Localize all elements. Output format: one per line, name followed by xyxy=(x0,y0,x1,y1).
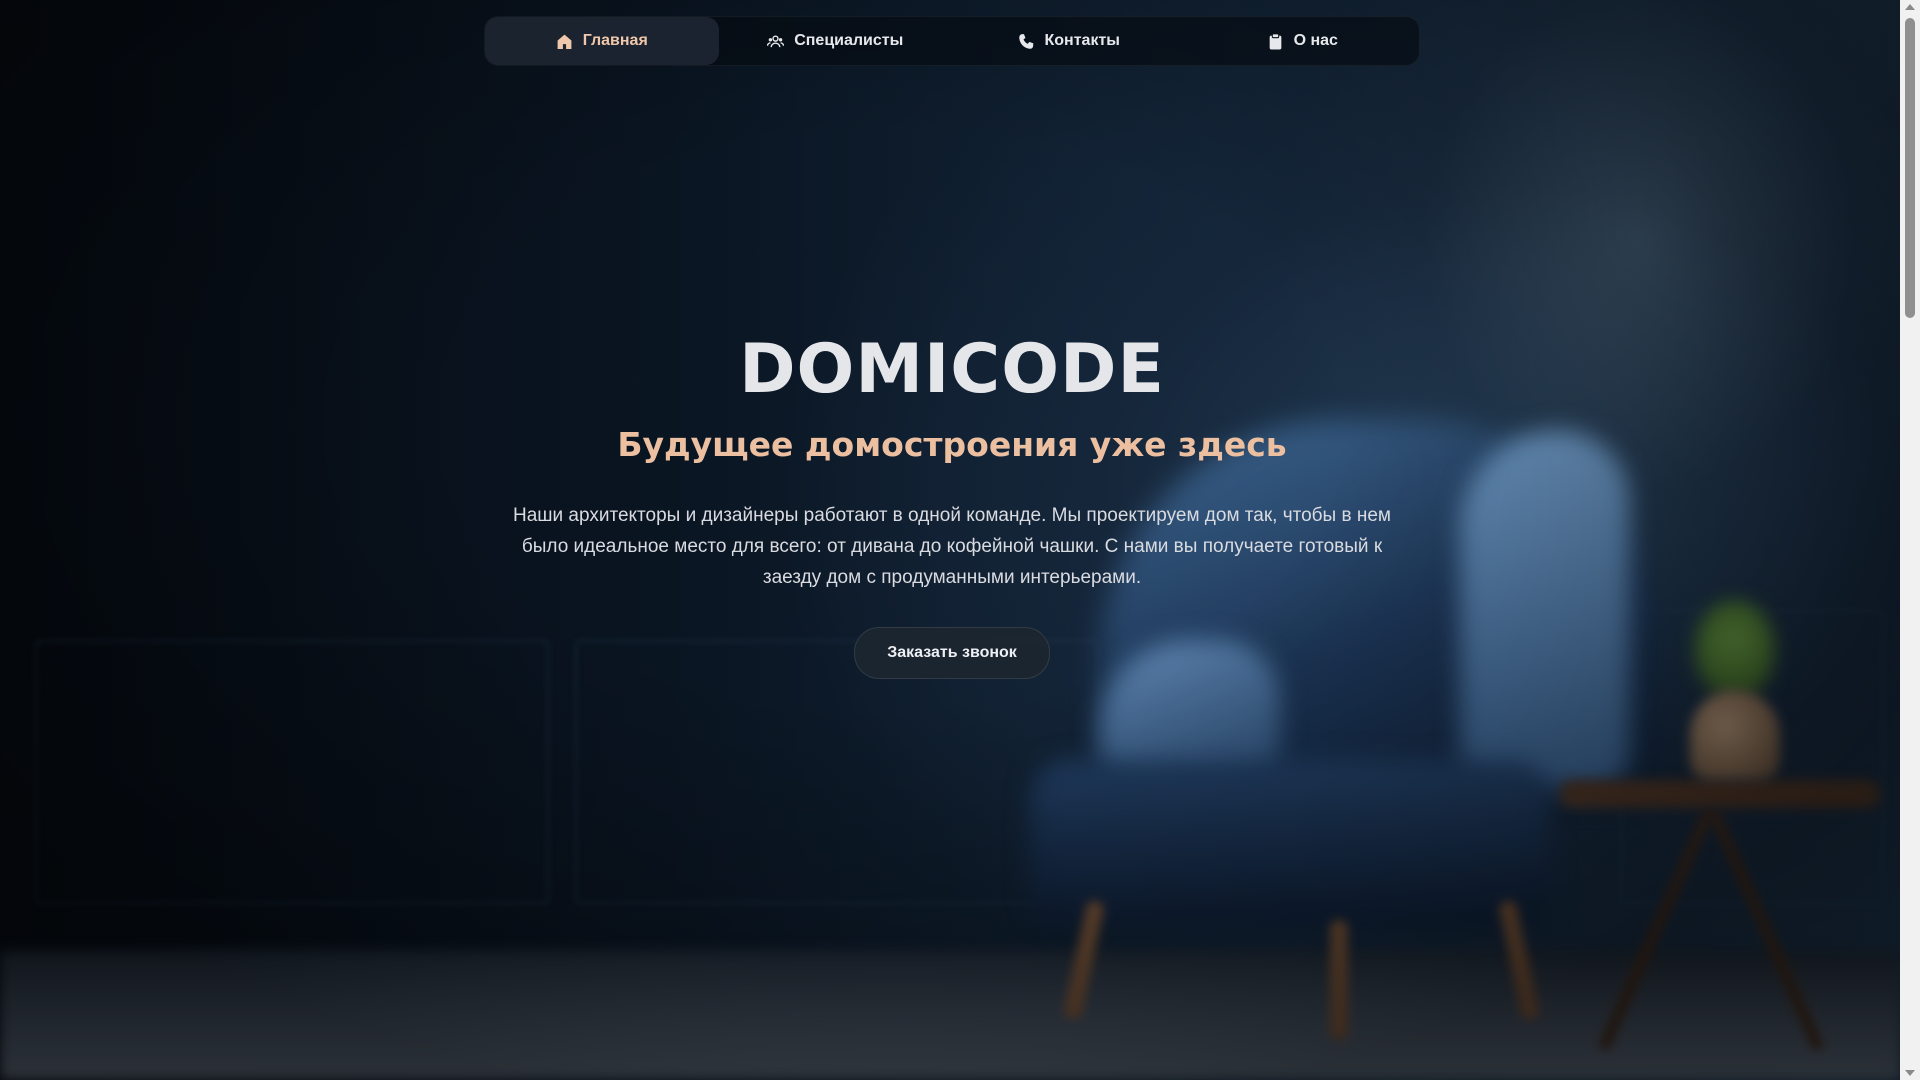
clipboard-icon xyxy=(1267,32,1284,50)
hero-content: DOMICODE Будущее домостроения уже здесь … xyxy=(460,320,1444,679)
brand-title: DOMICODE xyxy=(739,330,1165,409)
users-icon xyxy=(767,33,785,50)
main-nav: Главная Специалисты Контакты О нас xyxy=(484,16,1420,66)
hero-section: Главная Специалисты Контакты О нас DOMIC… xyxy=(0,0,1900,1080)
nav-item-about[interactable]: О нас xyxy=(1186,17,1420,65)
phone-icon xyxy=(1018,33,1035,50)
nav-item-specialists[interactable]: Специалисты xyxy=(719,17,953,65)
request-call-button[interactable]: Заказать звонок xyxy=(854,627,1050,679)
hero-tagline: Будущее домостроения уже здесь xyxy=(617,425,1287,464)
page-scrollbar[interactable] xyxy=(1900,0,1920,1080)
nav-item-label: Главная xyxy=(582,32,648,49)
nav-item-label: Контакты xyxy=(1044,32,1120,49)
scroll-down-icon[interactable] xyxy=(1905,1070,1915,1076)
nav-item-label: Специалисты xyxy=(794,32,904,49)
nav-item-home[interactable]: Главная xyxy=(485,17,719,65)
scroll-thumb[interactable] xyxy=(1905,18,1915,318)
hero-description: Наши архитекторы и дизайнеры работают в … xyxy=(513,505,1391,588)
scroll-up-icon[interactable] xyxy=(1905,4,1915,10)
nav-item-label: О нас xyxy=(1293,32,1338,49)
home-icon xyxy=(556,33,573,50)
nav-item-contacts[interactable]: Контакты xyxy=(952,17,1186,65)
